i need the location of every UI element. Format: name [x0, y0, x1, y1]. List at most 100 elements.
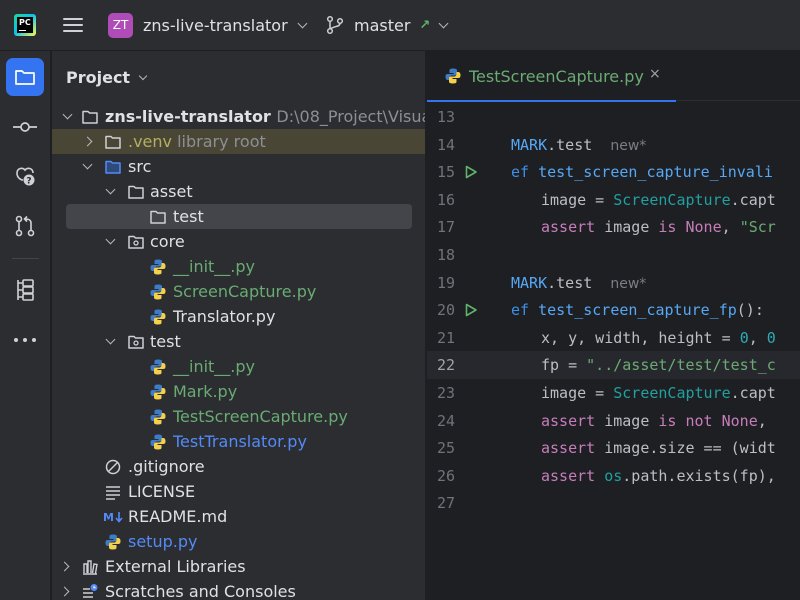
chevron-right-icon	[59, 561, 70, 572]
line-number: 17	[436, 218, 455, 237]
code-text: ef test_screen_capture_fp():	[511, 301, 764, 320]
chevron-down-icon	[138, 71, 148, 80]
line-number: 18	[436, 246, 455, 264]
project-badge: ZT	[108, 12, 133, 38]
tree-item-label: core	[150, 232, 185, 251]
inlay-hint: new	[610, 275, 640, 292]
library-icon	[83, 559, 98, 575]
code-line[interactable]: 24 assert image is not None,	[427, 407, 800, 435]
tree-item-asset[interactable]: asset	[52, 179, 425, 204]
project-switcher[interactable]: ZT zns-live-translator	[108, 12, 308, 38]
code-line[interactable]: 20 ef test_screen_capture_fp():	[427, 296, 800, 324]
text-file-icon	[106, 485, 120, 500]
project-tool-window: Project zns-live-translator D:\08_Projec…	[52, 51, 426, 600]
code-line[interactable]: 16 image = ScreenCapture.capt	[427, 186, 800, 214]
python-file-icon	[150, 284, 166, 299]
chevron-down-icon	[105, 184, 116, 195]
tree-item-setup[interactable]: setup.py	[52, 529, 425, 554]
tab-label: TestScreenCapture.py	[469, 67, 644, 86]
close-icon[interactable]: ×	[649, 66, 661, 82]
tree-item-readme[interactable]: M README.md	[52, 504, 425, 529]
code-text: assert image is None, "Scr	[541, 218, 776, 237]
python-packages-tool-button[interactable]: ?	[6, 157, 44, 195]
python-file-icon	[150, 384, 166, 399]
tree-item-testscreencapture[interactable]: TestScreenCapture.py	[52, 404, 425, 429]
code-line[interactable]: 19 MARK.test new*	[427, 269, 800, 297]
tree-item-label: Scratches and Consoles	[105, 582, 296, 600]
source-folder-icon	[105, 160, 121, 174]
line-number: 13	[436, 108, 455, 126]
tree-item-testtranslator[interactable]: TestTranslator.py	[52, 429, 425, 454]
tree-item-label: Translator.py	[173, 307, 276, 326]
tree-item-venv[interactable]: .venv library root	[52, 129, 425, 154]
line-number: 19	[436, 273, 455, 292]
tree-item-external-libraries[interactable]: External Libraries	[52, 554, 425, 579]
code-line[interactable]: 23 image = ScreenCapture.capt	[427, 379, 800, 407]
editor-tab-bar: TestScreenCapture.py ×	[427, 51, 800, 102]
panel-title: Project	[66, 68, 131, 87]
code-line-current[interactable]: 22 fp = "../asset/test/test_c	[427, 351, 800, 379]
structure-tool-button[interactable]	[6, 271, 44, 309]
scratches-icon	[83, 583, 98, 598]
project-view-selector[interactable]: Project	[66, 68, 148, 87]
pull-requests-tool-button[interactable]	[6, 207, 44, 245]
more-tools-button[interactable]	[6, 321, 44, 359]
pull-requests-icon	[15, 215, 35, 237]
branch-name: master	[354, 15, 411, 35]
code-line[interactable]: 25 assert image.size == (widt	[427, 434, 800, 462]
code-line[interactable]: 14 MARK.test new*	[427, 131, 800, 159]
tree-item-gitignore[interactable]: .gitignore	[52, 454, 425, 479]
code-line[interactable]: 26 assert os.path.exists(fp),	[427, 462, 800, 490]
tree-item-label: src	[128, 157, 152, 176]
tree-item-src[interactable]: src	[52, 154, 425, 179]
code-text: assert os.path.exists(fp),	[541, 466, 776, 485]
pycharm-logo-icon[interactable]: PC	[14, 14, 36, 36]
code-line[interactable]: 13	[427, 103, 800, 131]
tree-item-scratches[interactable]: Scratches and Consoles	[52, 579, 425, 600]
package-folder-icon	[128, 335, 144, 349]
code-text: MARK.test new*	[511, 135, 647, 154]
editor-area: TestScreenCapture.py × 13 14 MARK.test n…	[427, 51, 800, 600]
tree-item-root[interactable]: zns-live-translator D:\08_Project\Visual…	[52, 104, 426, 129]
tree-item-translator[interactable]: Translator.py	[52, 304, 425, 329]
strip-divider	[12, 258, 39, 259]
tree-item-core[interactable]: core	[52, 229, 425, 254]
code-line[interactable]: 27	[427, 489, 800, 517]
tree-item-label: setup.py	[128, 532, 198, 551]
tree-item-label: TestTranslator.py	[173, 432, 307, 451]
tool-window-strip: ?	[0, 51, 51, 600]
tree-item-label: ScreenCapture.py	[173, 282, 317, 301]
main-menu-icon[interactable]	[62, 15, 84, 35]
tree-item-label: __init__.py	[173, 357, 256, 376]
tree-item-label: README.md	[128, 507, 228, 526]
tree-item-screencapture[interactable]: ScreenCapture.py	[52, 279, 425, 304]
tree-item-asset-test[interactable]: test	[66, 204, 412, 229]
tree-item-core-init[interactable]: __init__.py	[52, 254, 425, 279]
code-line[interactable]: 17 assert image is None, "Scr	[427, 213, 800, 241]
tree-item-label: Mark.py	[173, 382, 238, 401]
code-line[interactable]: 15 ef test_screen_capture_invali	[427, 158, 800, 186]
code-text: fp = "../asset/test/test_c	[541, 356, 776, 375]
tree-item-mark[interactable]: Mark.py	[52, 379, 425, 404]
tree-item-test[interactable]: test	[52, 329, 425, 354]
branch-switcher[interactable]: master ↗	[326, 12, 449, 38]
chevron-down-icon	[82, 159, 93, 170]
run-test-icon[interactable]	[464, 303, 478, 317]
outgoing-arrow-icon: ↗	[419, 17, 431, 33]
code-text: ef test_screen_capture_invali	[511, 163, 773, 182]
code-text: x, y, width, height = 0, 0	[541, 328, 776, 347]
code-line[interactable]: 21 x, y, width, height = 0, 0	[427, 324, 800, 352]
line-number: 21	[436, 328, 455, 347]
commit-tool-button[interactable]	[6, 108, 44, 146]
code-line[interactable]: 18	[427, 241, 800, 269]
run-test-icon[interactable]	[464, 165, 478, 179]
tree-item-test-init[interactable]: __init__.py	[52, 354, 425, 379]
tree-item-label: TestScreenCapture.py	[173, 407, 348, 426]
tab-testscreencapture[interactable]: TestScreenCapture.py ×	[427, 51, 676, 102]
project-tool-button[interactable]	[6, 58, 44, 96]
project-path: D:\08_Project\Visual S	[276, 107, 426, 126]
code-text: assert image.size == (widt	[541, 439, 776, 458]
tree-item-label: LICENSE	[128, 482, 196, 501]
chevron-down-icon	[105, 334, 116, 345]
tree-item-license[interactable]: LICENSE	[52, 479, 425, 504]
